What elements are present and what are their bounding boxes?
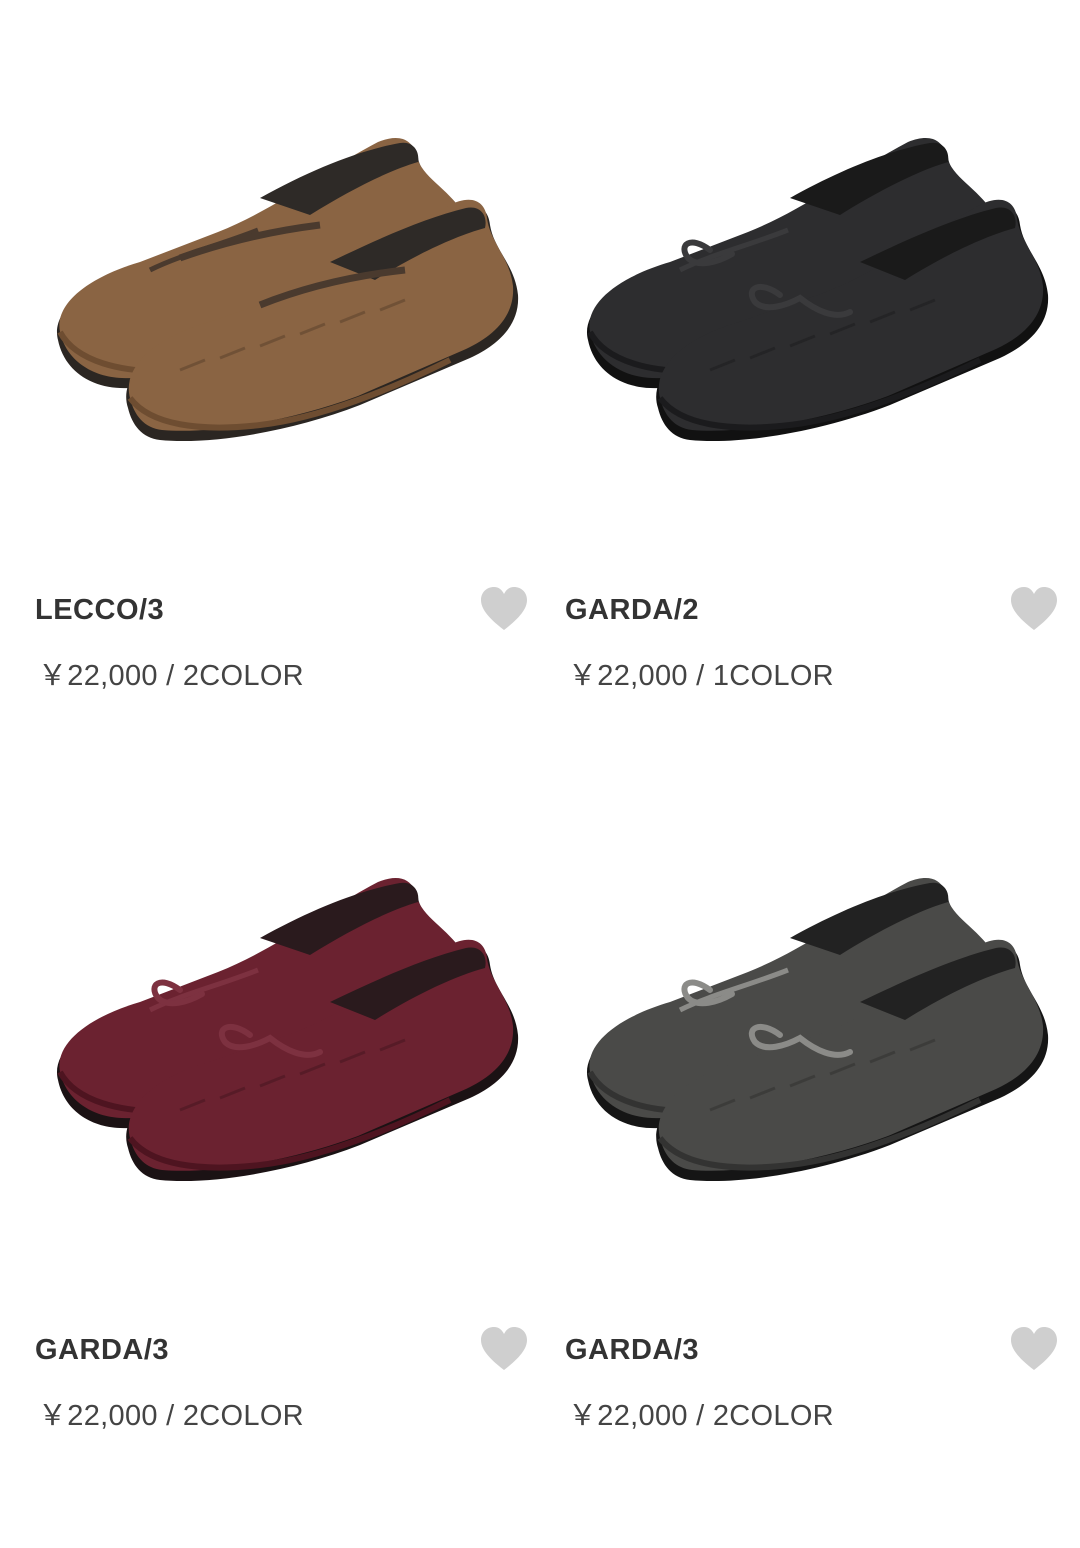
heart-icon bbox=[1011, 1327, 1057, 1370]
product-image[interactable] bbox=[560, 40, 1060, 540]
product-name[interactable]: LECCO/3 bbox=[35, 594, 164, 627]
product-grid: LECCO/3 ￥22,000 / 2COLOR GARDA/2 ￥22,000… bbox=[0, 0, 1080, 1548]
favorite-button[interactable] bbox=[479, 586, 529, 632]
loafer-icon bbox=[56, 138, 519, 442]
favorite-button[interactable] bbox=[479, 1326, 529, 1372]
favorite-button[interactable] bbox=[1009, 586, 1059, 632]
product-card[interactable]: LECCO/3 ￥22,000 / 2COLOR bbox=[0, 0, 530, 740]
loafer-icon bbox=[586, 138, 1049, 442]
product-name[interactable]: GARDA/3 bbox=[35, 1334, 169, 1367]
product-name[interactable]: GARDA/2 bbox=[565, 594, 699, 627]
product-card[interactable]: GARDA/2 ￥22,000 / 1COLOR bbox=[530, 0, 1060, 740]
product-image[interactable] bbox=[30, 780, 530, 1280]
favorite-button[interactable] bbox=[1009, 1326, 1059, 1372]
product-price: ￥22,000 / 2COLOR bbox=[38, 1400, 304, 1432]
loafer-icon bbox=[56, 878, 519, 1182]
product-card[interactable]: GARDA/3 ￥22,000 / 2COLOR bbox=[0, 740, 530, 1480]
heart-icon bbox=[1011, 587, 1057, 630]
product-image[interactable] bbox=[30, 40, 530, 540]
product-card[interactable]: GARDA/3 ￥22,000 / 2COLOR bbox=[530, 740, 1060, 1480]
product-price: ￥22,000 / 1COLOR bbox=[568, 660, 834, 692]
product-image[interactable] bbox=[560, 780, 1060, 1280]
loafer-icon bbox=[586, 878, 1049, 1182]
heart-icon bbox=[481, 1327, 527, 1370]
product-price: ￥22,000 / 2COLOR bbox=[38, 660, 304, 692]
product-price: ￥22,000 / 2COLOR bbox=[568, 1400, 834, 1432]
heart-icon bbox=[481, 587, 527, 630]
product-name[interactable]: GARDA/3 bbox=[565, 1334, 699, 1367]
